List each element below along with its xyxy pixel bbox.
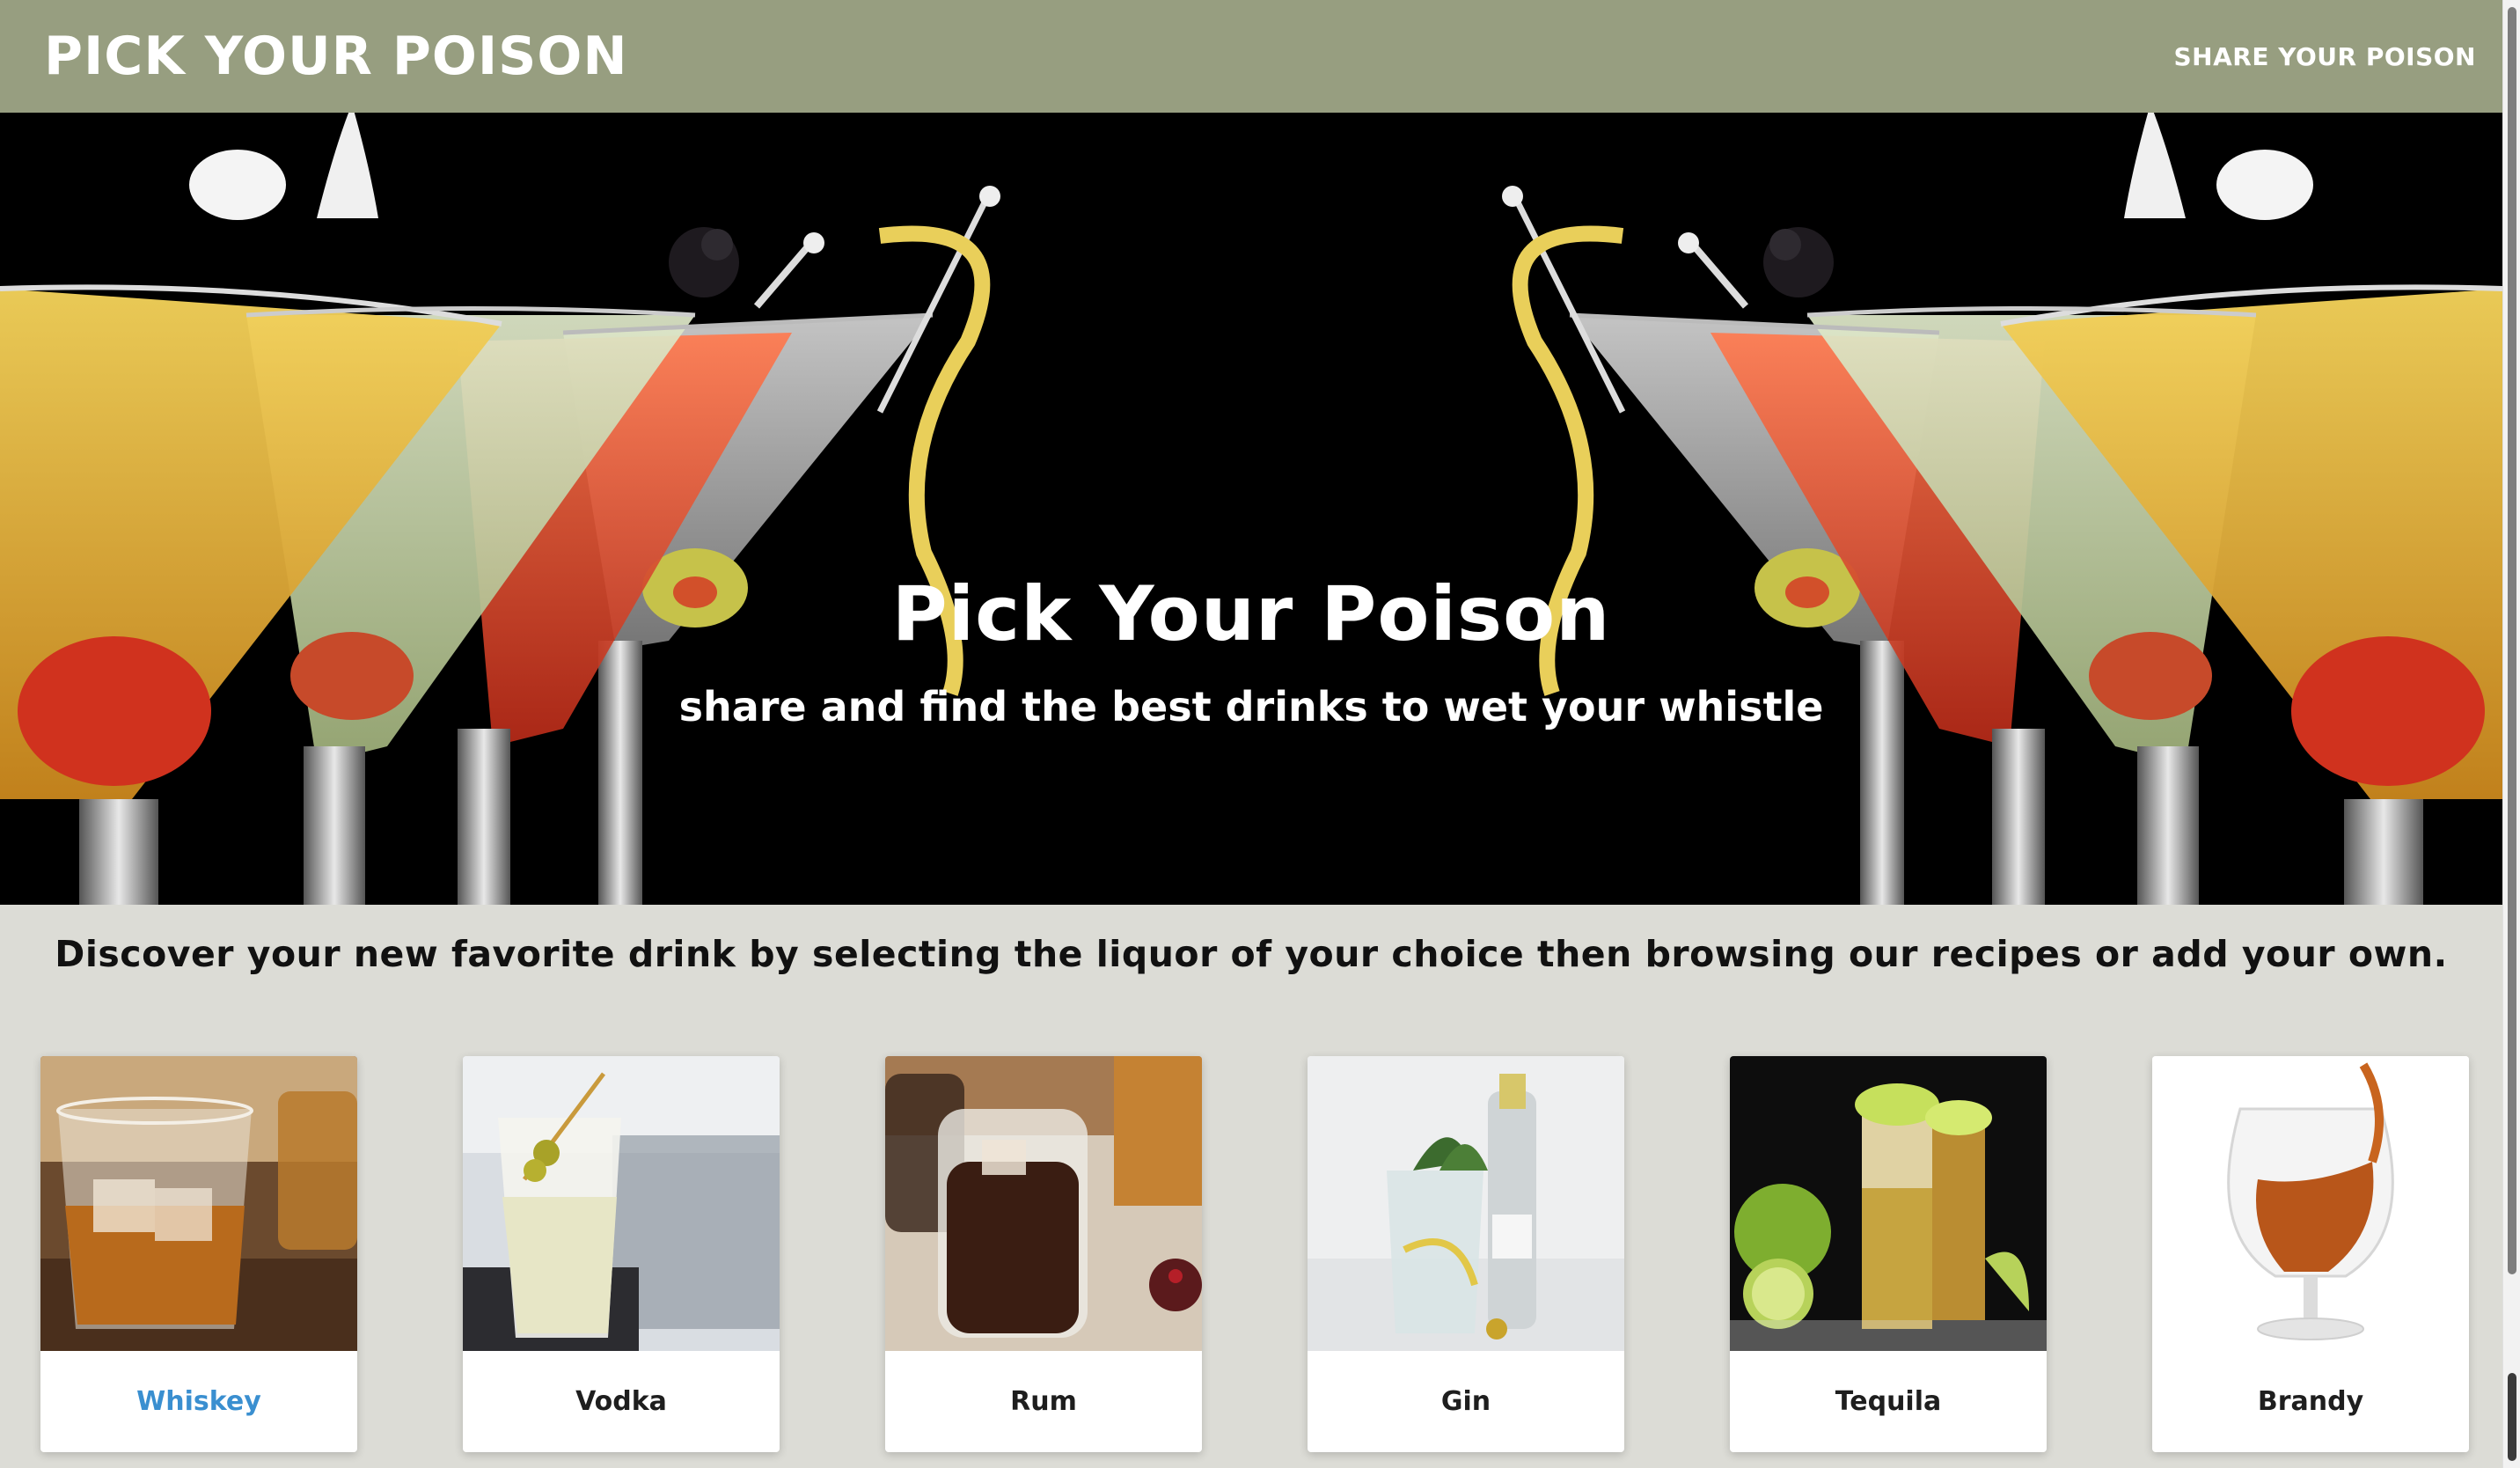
martini-glasses-hero-image xyxy=(0,113,2502,905)
liquor-cards: Whiskey Vodka Rum Gin Tequila Brandy xyxy=(40,1056,2469,1452)
liquor-card-vodka[interactable]: Vodka xyxy=(463,1056,780,1452)
liquor-card-label[interactable]: Rum xyxy=(885,1351,1202,1452)
scrollbar-thumb-secondary[interactable] xyxy=(2508,1373,2516,1461)
vodka-martini-image xyxy=(463,1056,780,1351)
liquor-card-label[interactable]: Tequila xyxy=(1730,1351,2047,1452)
hero-banner: Pick Your Poison share and find the best… xyxy=(0,113,2502,905)
liquor-card-rum[interactable]: Rum xyxy=(885,1056,1202,1452)
whiskey-glass-image xyxy=(40,1056,357,1351)
scrollbar-thumb[interactable] xyxy=(2508,7,2516,1274)
page-scrollbar[interactable] xyxy=(2502,0,2520,1468)
brand-logo-link[interactable]: PICK YOUR POISON xyxy=(44,26,628,87)
intro-text: Discover your new favorite drink by sele… xyxy=(55,933,2448,975)
liquor-card-label[interactable]: Gin xyxy=(1308,1351,1624,1452)
navbar: PICK YOUR POISON SHARE YOUR POISON xyxy=(0,0,2502,113)
hero-title: Pick Your Poison xyxy=(891,570,1611,658)
hero-text-block: Pick Your Poison share and find the best… xyxy=(0,570,2502,730)
rum-cola-jar-image xyxy=(885,1056,1202,1351)
share-your-poison-link[interactable]: SHARE YOUR POISON xyxy=(2174,42,2476,71)
hero-subtitle: share and find the best drinks to wet yo… xyxy=(678,683,1824,730)
gin-tonic-image xyxy=(1308,1056,1624,1351)
liquor-card-label[interactable]: Brandy xyxy=(2152,1351,2469,1452)
liquor-card-tequila[interactable]: Tequila xyxy=(1730,1056,2047,1452)
liquor-card-label[interactable]: Vodka xyxy=(463,1351,780,1452)
page: PICK YOUR POISON SHARE YOUR POISON Pick … xyxy=(0,0,2520,1468)
liquor-card-gin[interactable]: Gin xyxy=(1308,1056,1624,1452)
liquor-card-whiskey[interactable]: Whiskey xyxy=(40,1056,357,1452)
brandy-snifter-image xyxy=(2152,1056,2469,1351)
tequila-shots-lime-image xyxy=(1730,1056,2047,1351)
liquor-card-label[interactable]: Whiskey xyxy=(40,1351,357,1452)
liquor-card-brandy[interactable]: Brandy xyxy=(2152,1056,2469,1452)
